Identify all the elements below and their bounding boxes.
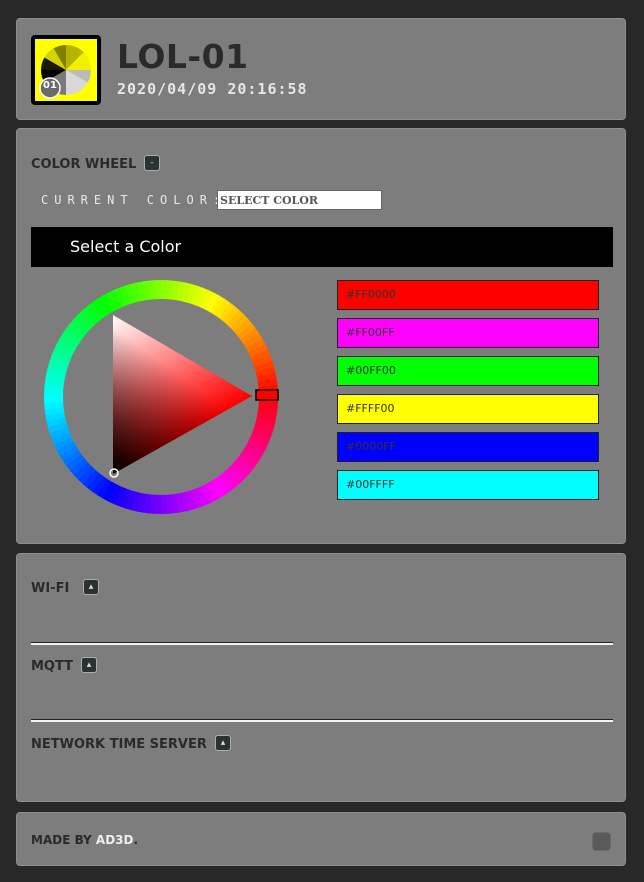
device-logo: 01 bbox=[31, 35, 101, 105]
header-panel: 01 LOL-01 2020/04/09 20:16:58 bbox=[16, 18, 626, 120]
current-color-label: CURRENT COLOR: bbox=[41, 193, 227, 207]
made-by-suffix: . bbox=[133, 833, 139, 847]
swatch-magenta[interactable]: #FF00FF bbox=[337, 318, 599, 348]
made-by-text: MADE BY AD3D. bbox=[31, 833, 138, 847]
expand-icon: ▴ bbox=[88, 582, 94, 592]
color-wheel-toggle-button[interactable]: - bbox=[144, 155, 160, 171]
made-by-label: MADE BY bbox=[31, 833, 96, 847]
network-panel: WI-FI ▴ MQTT ▴ NETWORK TIME SERVER ▴ bbox=[16, 553, 626, 802]
divider bbox=[31, 642, 613, 645]
expand-icon: ▴ bbox=[220, 738, 226, 748]
hue-handle[interactable] bbox=[255, 389, 279, 401]
swatch-green[interactable]: #00FF00 bbox=[337, 356, 599, 386]
swatch-cyan[interactable]: #00FFFF bbox=[337, 470, 599, 500]
current-color-field[interactable]: SELECT COLOR bbox=[217, 190, 382, 210]
lamp-logo-icon bbox=[35, 39, 97, 101]
ntp-toggle-button[interactable]: ▴ bbox=[215, 735, 231, 751]
swatch-blue[interactable]: #0000FF bbox=[337, 432, 599, 462]
saturation-triangle-black bbox=[113, 315, 252, 474]
wifi-toggle-button[interactable]: ▴ bbox=[83, 579, 99, 595]
color-wheel-picker[interactable] bbox=[43, 279, 279, 515]
mqtt-toggle-button[interactable]: ▴ bbox=[81, 657, 97, 673]
brand-link[interactable]: AD3D bbox=[96, 833, 134, 847]
wifi-title: WI-FI bbox=[31, 581, 70, 596]
mqtt-title: MQTT bbox=[31, 659, 74, 674]
expand-icon: ▴ bbox=[86, 660, 92, 670]
swatch-red[interactable]: #FF0000 bbox=[337, 280, 599, 310]
select-color-bar: Select a Color bbox=[31, 227, 613, 267]
collapse-icon: - bbox=[150, 158, 154, 168]
swatch-yellow[interactable]: #FFFF00 bbox=[337, 394, 599, 424]
color-wheel-title: COLOR WHEEL bbox=[31, 157, 137, 172]
device-name: LOL-01 bbox=[117, 37, 249, 76]
device-datetime: 2020/04/09 20:16:58 bbox=[117, 80, 308, 98]
footer-square-button[interactable] bbox=[592, 832, 611, 851]
logo-badge: 01 bbox=[43, 80, 57, 91]
divider bbox=[31, 719, 613, 722]
ntp-title: NETWORK TIME SERVER bbox=[31, 737, 207, 752]
footer-panel: MADE BY AD3D. bbox=[16, 812, 626, 866]
color-wheel-panel: COLOR WHEEL - CURRENT COLOR: SELECT COLO… bbox=[16, 128, 626, 544]
